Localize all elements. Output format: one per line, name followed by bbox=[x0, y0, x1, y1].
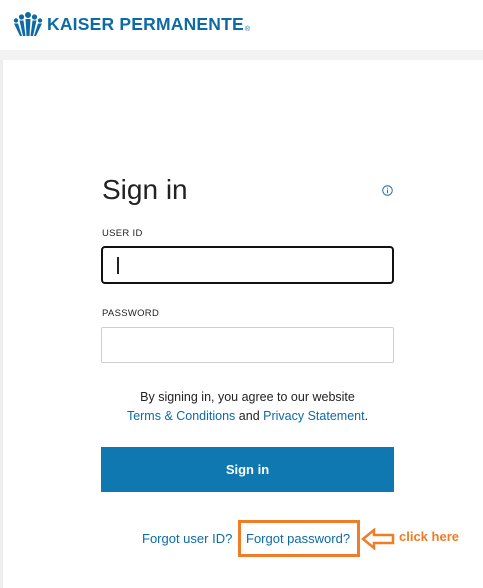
registered-mark: ® bbox=[244, 26, 251, 33]
text-caret bbox=[117, 257, 119, 274]
terms-link[interactable]: Terms & Conditions bbox=[127, 409, 235, 423]
privacy-link[interactable]: Privacy Statement bbox=[263, 409, 364, 423]
click-here-annotation: click here bbox=[399, 529, 459, 544]
site-header: KAISER PERMANENTE ® bbox=[0, 0, 483, 50]
brand-logo[interactable]: KAISER PERMANENTE ® bbox=[12, 10, 250, 38]
user-id-label: USER ID bbox=[102, 228, 143, 239]
password-label: PASSWORD bbox=[102, 308, 160, 319]
info-icon[interactable] bbox=[382, 185, 393, 196]
arrow-left-icon bbox=[361, 528, 395, 550]
forgot-password-link[interactable]: Forgot password? bbox=[246, 531, 350, 546]
user-id-input[interactable] bbox=[101, 246, 394, 284]
legal-prefix: By signing in, you agree to our website bbox=[140, 390, 355, 404]
legal-notice: By signing in, you agree to our website … bbox=[101, 388, 394, 426]
kaiser-logo-icon bbox=[13, 12, 43, 36]
page-title: Sign in bbox=[102, 174, 188, 205]
legal-and: and bbox=[238, 409, 260, 423]
sign-in-button[interactable]: Sign in bbox=[101, 447, 394, 492]
brand-name: KAISER PERMANENTE bbox=[47, 13, 244, 34]
legal-suffix: . bbox=[364, 409, 369, 423]
page-edge bbox=[0, 60, 3, 588]
password-input[interactable] bbox=[101, 327, 394, 363]
header-divider bbox=[0, 50, 483, 60]
forgot-user-id-link[interactable]: Forgot user ID? bbox=[142, 531, 232, 546]
